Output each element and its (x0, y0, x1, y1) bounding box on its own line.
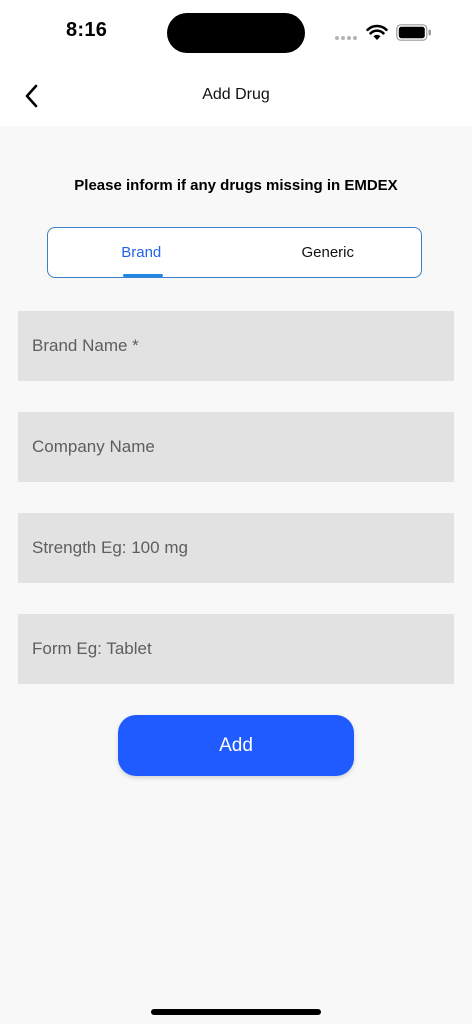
add-button[interactable]: Add (118, 715, 354, 776)
home-indicator[interactable] (151, 1009, 321, 1015)
strength-input[interactable] (18, 513, 454, 583)
battery-icon (396, 24, 431, 41)
tab-generic[interactable]: Generic (235, 228, 422, 277)
active-tab-indicator (123, 274, 163, 277)
navigation-bar: Add Drug (0, 66, 472, 126)
page-title: Add Drug (202, 86, 270, 103)
status-time: 8:16 (66, 19, 108, 41)
status-bar: 8:16 (0, 0, 472, 66)
brand-name-input[interactable] (18, 311, 454, 381)
tab-brand[interactable]: Brand (48, 228, 235, 277)
dynamic-island (167, 13, 305, 53)
drug-type-tabs: Brand Generic (47, 227, 422, 278)
company-name-input[interactable] (18, 412, 454, 482)
form-input[interactable] (18, 614, 454, 684)
signal-icon (335, 36, 359, 41)
wifi-icon (366, 24, 388, 40)
missing-drugs-notice: Please inform if any drugs missing in EM… (74, 177, 398, 194)
